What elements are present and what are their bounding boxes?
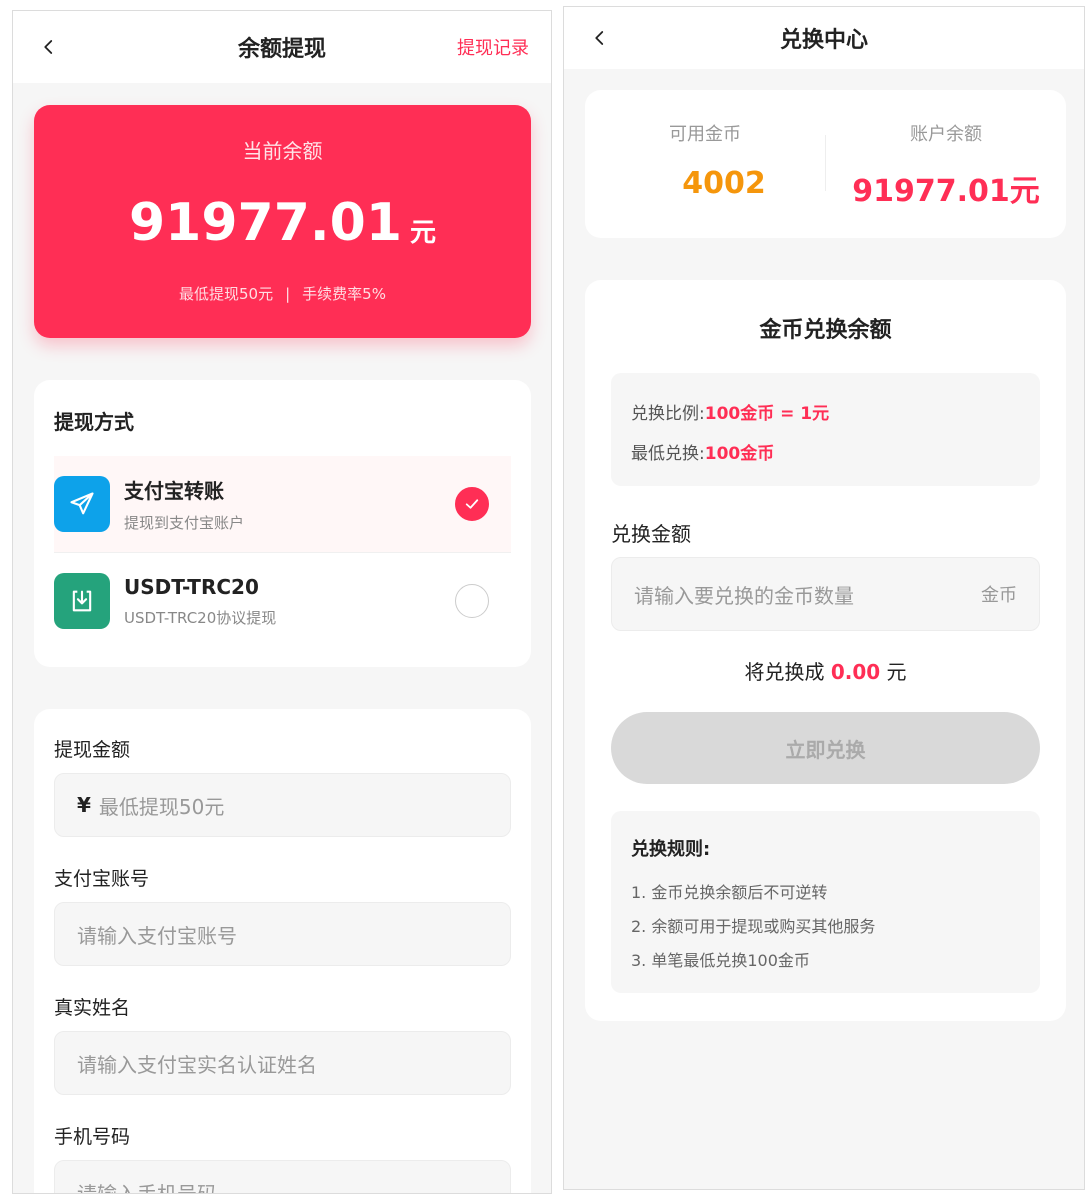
min-withdraw-note: 最低提现50元 bbox=[179, 285, 274, 303]
exchange-amount-label: 兑换金额 bbox=[611, 522, 691, 546]
exchange-screen: 兑换中心 可用金币 4002 账户余额 91977.01元 金币兑换余额 兑换比… bbox=[563, 6, 1085, 1190]
min-line: 最低兑换:100金币 bbox=[631, 439, 774, 464]
send-icon bbox=[54, 476, 110, 532]
balance-unit: 元 bbox=[410, 218, 437, 248]
alipay-account-input[interactable]: 请输入支付宝账号 bbox=[54, 902, 511, 966]
yen-symbol: ¥ bbox=[77, 793, 91, 817]
rules-title: 兑换规则: bbox=[631, 839, 711, 860]
exchange-card: 金币兑换余额 兑换比例:100金币 = 1元 最低兑换:100金币 兑换金额 请… bbox=[585, 280, 1066, 1021]
amount-label: 提现金额 bbox=[54, 739, 131, 761]
rate-label: 兑换比例: bbox=[631, 404, 705, 424]
exchange-placeholder: 请输入要兑换的金币数量 bbox=[634, 583, 854, 608]
coins-label: 可用金币 bbox=[669, 124, 741, 145]
withdraw-method-card: 提现方式 支付宝转账 提现到支付宝账户 USDT-TRC20 USDT-TRC2… bbox=[34, 380, 531, 667]
rule-item: 3. 单笔最低兑换100金币 bbox=[631, 951, 810, 970]
header: 兑换中心 bbox=[564, 7, 1084, 69]
rate-value: 100金币 = 1元 bbox=[704, 404, 830, 424]
withdraw-screen: 余额提现 提现记录 当前余额 91977.01 元 最低提现50元 | 手续费率5%… bbox=[12, 10, 552, 1194]
back-button[interactable] bbox=[35, 33, 63, 61]
balance-amount-row: 91977.01 元 bbox=[34, 193, 531, 253]
method-alipay[interactable]: 支付宝转账 提现到支付宝账户 bbox=[54, 456, 511, 552]
min-value: 100金币 bbox=[704, 444, 775, 464]
min-label: 最低兑换: bbox=[631, 444, 705, 464]
balance-card: 当前余额 91977.01 元 最低提现50元 | 手续费率5% bbox=[34, 105, 531, 338]
account-placeholder: 请输入支付宝账号 bbox=[77, 923, 237, 948]
method-desc: 提现到支付宝账户 bbox=[124, 514, 245, 532]
method-name: 支付宝转账 bbox=[124, 479, 224, 503]
real-name-input[interactable]: 请输入支付宝实名认证姓名 bbox=[54, 1031, 511, 1095]
real-name-label: 真实姓名 bbox=[54, 997, 131, 1019]
coins-summary: 可用金币 4002 bbox=[585, 90, 825, 238]
will-prefix: 将兑换成 bbox=[744, 660, 825, 684]
conversion-preview: 将兑换成 0.00 元 bbox=[585, 656, 1066, 685]
page-title: 兑换中心 bbox=[779, 28, 868, 53]
rules-box: 兑换规则: 1. 金币兑换余额后不可逆转 2. 余额可用于提现或购买其他服务 3… bbox=[611, 811, 1040, 993]
chevron-left-icon bbox=[44, 40, 53, 54]
alipay-account-label: 支付宝账号 bbox=[54, 868, 150, 890]
amount-input[interactable]: ¥ 最低提现50元 bbox=[54, 773, 511, 837]
chevron-left-icon bbox=[595, 31, 604, 45]
summary-card: 可用金币 4002 账户余额 91977.01元 bbox=[585, 90, 1066, 238]
radio-selected[interactable] bbox=[455, 487, 489, 521]
note-divider: | bbox=[285, 285, 291, 303]
will-suffix: 元 bbox=[886, 660, 907, 684]
balance-label: 账户余额 bbox=[910, 124, 982, 145]
amount-placeholder: 最低提现50元 bbox=[98, 794, 225, 819]
rate-info-box: 兑换比例:100金币 = 1元 最低兑换:100金币 bbox=[611, 373, 1040, 486]
rule-item: 1. 金币兑换余额后不可逆转 bbox=[631, 883, 828, 902]
method-name: USDT-TRC20 bbox=[124, 574, 259, 599]
phone-label: 手机号码 bbox=[54, 1126, 131, 1148]
check-icon bbox=[465, 499, 479, 509]
phone-placeholder: 请输入手机号码 bbox=[77, 1181, 217, 1194]
withdraw-records-link[interactable]: 提现记录 bbox=[457, 34, 529, 60]
balance-summary: 账户余额 91977.01元 bbox=[826, 90, 1066, 238]
withdraw-form-card: 提现金额 ¥ 最低提现50元 支付宝账号 请输入支付宝账号 真实姓名 请输入支付… bbox=[34, 709, 531, 1194]
exchange-now-button[interactable]: 立即兑换 bbox=[611, 712, 1040, 784]
exchange-title: 金币兑换余额 bbox=[759, 318, 892, 343]
phone-input[interactable]: 请输入手机号码 bbox=[54, 1160, 511, 1194]
download-icon bbox=[54, 573, 110, 629]
balance-notes: 最低提现50元 | 手续费率5% bbox=[34, 283, 531, 304]
rate-line: 兑换比例:100金币 = 1元 bbox=[631, 399, 829, 424]
method-usdt[interactable]: USDT-TRC20 USDT-TRC20协议提现 bbox=[54, 553, 511, 649]
name-placeholder: 请输入支付宝实名认证姓名 bbox=[77, 1052, 317, 1077]
fee-note: 手续费率5% bbox=[302, 285, 386, 303]
method-section-title: 提现方式 bbox=[54, 410, 134, 434]
radio-unselected[interactable] bbox=[455, 584, 489, 618]
back-button[interactable] bbox=[586, 24, 614, 52]
exchange-amount-input[interactable]: 请输入要兑换的金币数量 金币 bbox=[611, 557, 1040, 631]
balance-amount: 91977.01 bbox=[128, 193, 402, 253]
will-value: 0.00 bbox=[830, 660, 881, 684]
balance-label: 当前余额 bbox=[242, 139, 323, 163]
method-desc: USDT-TRC20协议提现 bbox=[124, 608, 277, 627]
coin-unit: 金币 bbox=[981, 585, 1017, 606]
coins-value: 4002 bbox=[682, 166, 766, 201]
balance-value: 91977.01元 bbox=[852, 174, 1040, 209]
page-title: 余额提现 bbox=[237, 37, 326, 62]
rule-item: 2. 余额可用于提现或购买其他服务 bbox=[631, 917, 876, 936]
header: 余额提现 提现记录 bbox=[13, 11, 551, 83]
